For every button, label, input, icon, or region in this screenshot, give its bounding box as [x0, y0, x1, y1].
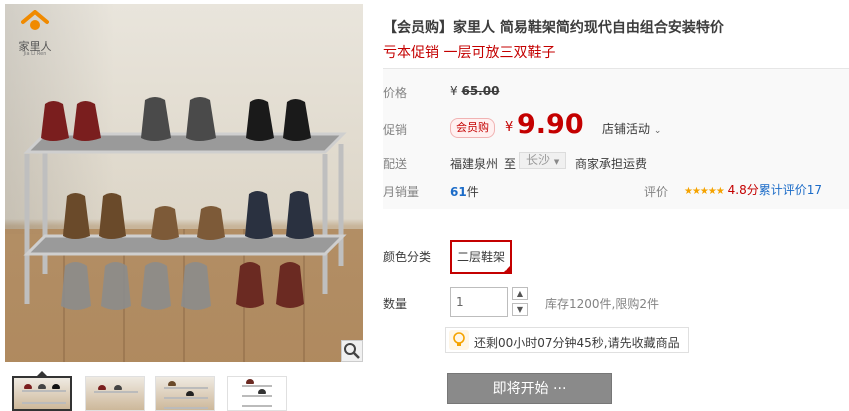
shoe-rack-illustration [23, 97, 347, 310]
arrow-down-icon: ▼ [516, 305, 524, 314]
brand-logo: 家里人 Jia Li Ren [13, 10, 57, 58]
buy-now-button[interactable]: 即将开始 ··· [447, 373, 612, 404]
monthly-sales-label: 月销量 [383, 185, 420, 199]
price-label: 价格 [383, 86, 408, 100]
shipping-label: 配送 [383, 157, 408, 171]
store-promo-label: 店铺活动 [602, 122, 651, 136]
quantity-decrease-button[interactable]: ▼ [512, 303, 528, 316]
destination-city: 长沙 [526, 153, 551, 167]
monthly-sales: 61件 [450, 183, 479, 200]
stock-info: 库存1200件,限购2件 [545, 297, 659, 311]
countdown-text: 还剩00小时07分钟45秒,请先收藏商品 [474, 336, 680, 350]
sku-option-two-tier[interactable]: 二层鞋架 ✓ [450, 240, 512, 274]
zoom-button[interactable] [341, 340, 363, 362]
sales-unit: 件 [466, 185, 479, 199]
monthly-sales-count: 61 [450, 185, 467, 199]
shipping-origin: 福建泉州 [450, 157, 499, 171]
dropdown-arrow-icon: ▼ [553, 158, 560, 166]
original-currency: ¥ [450, 84, 458, 98]
sku-label: 颜色分类 [383, 250, 432, 264]
countdown-tip: 还剩00小时07分钟45秒,请先收藏商品 [445, 327, 689, 353]
product-subtitle: 亏本促销 一层可放三双鞋子 [383, 45, 556, 61]
rating-label: 评价 [644, 185, 669, 199]
logo-icon [21, 10, 49, 30]
star-rating-icon: ★★★★★ [684, 186, 725, 197]
quantity-input[interactable] [450, 287, 508, 317]
chevron-down-icon: ⌄ [653, 126, 662, 136]
quantity-increase-button[interactable]: ▲ [512, 287, 528, 300]
vip-badge: 会员购 [450, 118, 495, 138]
original-price-value: 65.00 [461, 84, 500, 98]
store-promo-dropdown[interactable]: 店铺活动 ⌄ [602, 120, 661, 137]
arrow-up-icon: ▲ [516, 289, 524, 298]
product-gallery: 家里人 Jia Li Ren [0, 0, 368, 411]
bulb-icon [449, 330, 469, 350]
zoom-icon [344, 343, 360, 359]
product-info-panel: 【会员购】家里人 简易鞋架简约现代自由组合安装特价 亏本促销 一层可放三双鞋子 … [383, 0, 849, 411]
current-price: 9.90 [517, 109, 584, 140]
sku-option-label: 二层鞋架 [456, 250, 505, 264]
shipping-fee-note: 商家承担运费 [575, 157, 648, 171]
destination-city-select[interactable]: 长沙 ▼ [519, 152, 566, 169]
product-title: 【会员购】家里人 简易鞋架简约现代自由组合安装特价 [383, 20, 724, 36]
rating-summary: ★★★★★ 4.8分累计评价17 [684, 181, 822, 198]
review-count-link[interactable]: 累计评价17 [759, 183, 822, 197]
thumbnail-3[interactable] [155, 376, 215, 411]
original-price: ¥ 65.00 [450, 84, 499, 98]
quantity-label: 数量 [383, 297, 408, 311]
thumbnail-4[interactable] [227, 376, 287, 411]
thumbnail-strip [5, 370, 363, 411]
thumbnail-1[interactable] [12, 376, 72, 411]
shipping-to-word: 至 [504, 157, 517, 171]
thumbnail-2[interactable] [85, 376, 145, 411]
rating-score: 4.8分 [727, 183, 759, 197]
tick-mark: ✓ [504, 265, 510, 273]
promo-label: 促销 [383, 123, 408, 137]
main-product-image[interactable]: 家里人 Jia Li Ren [5, 4, 363, 362]
current-currency: ¥ [505, 120, 514, 135]
logo-subtext: Jia Li Ren [23, 51, 47, 57]
